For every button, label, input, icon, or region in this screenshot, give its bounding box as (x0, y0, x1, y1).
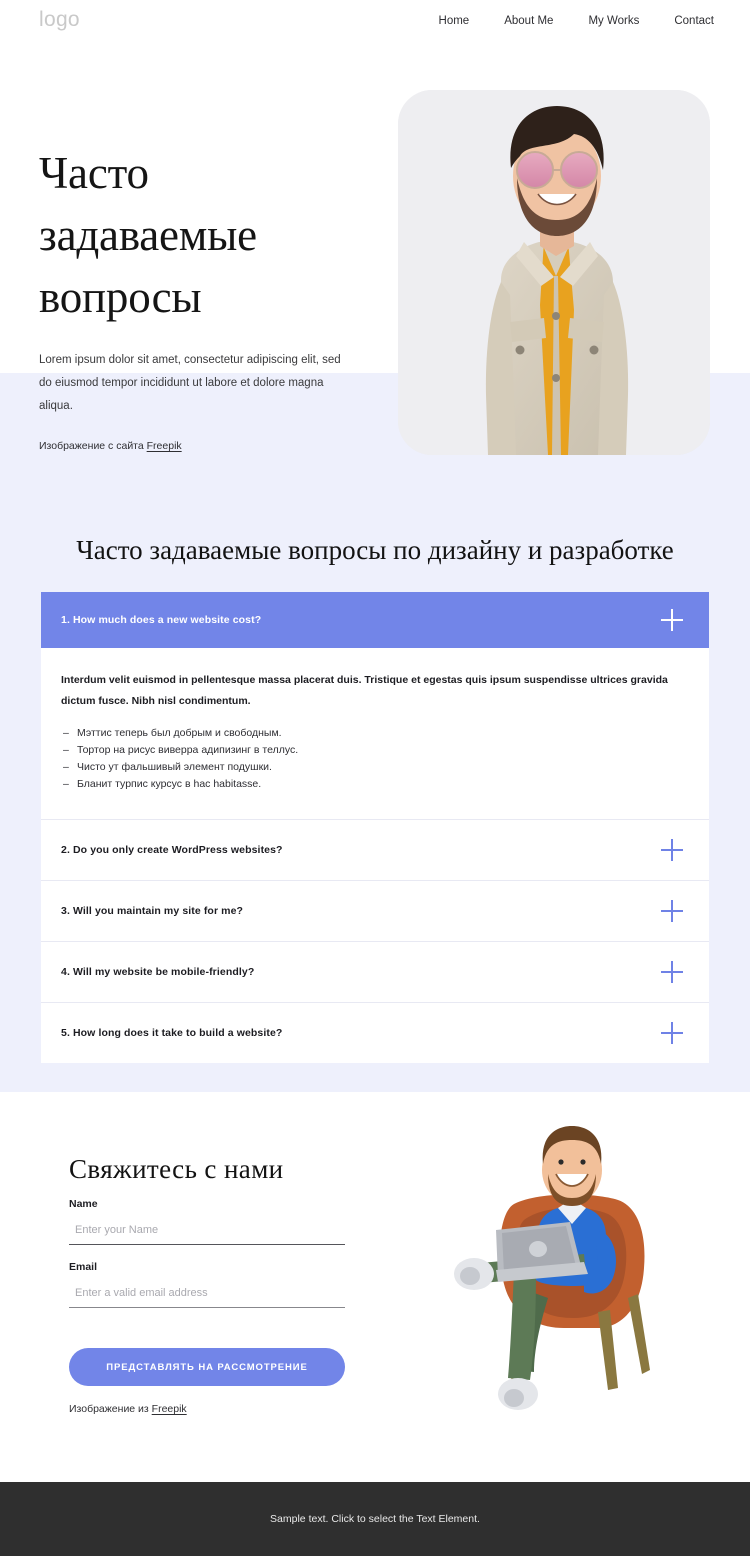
contact-section: Свяжитесь с нами Name Email (0, 1092, 750, 1474)
email-input[interactable] (69, 1282, 345, 1308)
faq-item-2: 2. Do you only create WordPress websites… (41, 819, 709, 881)
faq-answer-bullets-1: Мэттис теперь был добрым и свободным. То… (61, 725, 683, 793)
list-item: Мэттис теперь был добрым и свободным. (61, 725, 683, 742)
nav-link-my-works[interactable]: My Works (588, 15, 639, 28)
faq-answer-1: Interdum velit euismod in pellentesque m… (41, 648, 709, 820)
site-header: logo Home About Me My Works Contact (0, 0, 750, 48)
faq-item-4: 4. Will my website be mobile-friendly? (41, 941, 709, 1003)
faq-item-1: 1. How much does a new website cost? Int… (41, 592, 709, 820)
main-nav: Home About Me My Works Contact (439, 15, 714, 28)
site-footer: Sample text. Click to select the Text El… (0, 1482, 750, 1556)
plus-icon[interactable] (661, 961, 683, 984)
hero-photo-card (398, 90, 710, 455)
contact-image-credit: Изображение из Freepik (69, 1403, 187, 1415)
hero-section: Часто задаваемые вопросы Lorem ipsum dol… (0, 0, 750, 500)
contact-illustration (454, 1126, 650, 1410)
list-item: Тортор на рисус виверра адипизинг в телл… (61, 742, 683, 759)
faq-item-5: 5. How long does it take to build a webs… (41, 1002, 709, 1064)
submit-button[interactable]: ПРЕДСТАВЛЯТЬ НА РАССМОТРЕНИЕ (69, 1348, 345, 1386)
faq-question-label-4: 4. Will my website be mobile-friendly? (61, 966, 255, 979)
faq-question-row-4[interactable]: 4. Will my website be mobile-friendly? (41, 942, 709, 1003)
plus-icon[interactable] (661, 900, 683, 923)
faq-question-row-2[interactable]: 2. Do you only create WordPress websites… (41, 820, 709, 881)
faq-question-row-3[interactable]: 3. Will you maintain my site for me? (41, 881, 709, 942)
hero-credit-link[interactable]: Freepik (147, 440, 182, 452)
plus-icon[interactable] (661, 609, 683, 632)
name-field-label: Name (69, 1198, 98, 1210)
faq-question-label-3: 3. Will you maintain my site for me? (61, 905, 244, 918)
list-item: Чисто ут фальшивый элемент подушки. (61, 759, 683, 776)
faq-item-3: 3. Will you maintain my site for me? (41, 880, 709, 942)
plus-icon[interactable] (661, 1022, 683, 1045)
logo[interactable]: logo (39, 9, 80, 30)
faq-section: Часто задаваемые вопросы по дизайну и ра… (0, 500, 750, 1064)
nav-link-contact[interactable]: Contact (674, 15, 714, 28)
faq-question-label-1: 1. How much does a new website cost? (61, 614, 262, 627)
faq-question-label-2: 2. Do you only create WordPress websites… (61, 844, 283, 857)
hero-image-credit: Изображение с сайта Freepik (39, 440, 369, 452)
faq-question-row-5[interactable]: 5. How long does it take to build a webs… (41, 1003, 709, 1064)
faq-accordion: 1. How much does a new website cost? Int… (41, 592, 709, 1064)
faq-answer-lead-1: Interdum velit euismod in pellentesque m… (61, 674, 668, 707)
hero-copy: Часто задаваемые вопросы Lorem ipsum dol… (39, 142, 369, 452)
faq-heading: Часто задаваемые вопросы по дизайну и ра… (76, 535, 674, 565)
contact-credit-link[interactable]: Freepik (152, 1403, 187, 1415)
name-field-group: Name (69, 1198, 345, 1245)
faq-question-row-1[interactable]: 1. How much does a new website cost? (41, 592, 709, 649)
hero-photo-image (398, 90, 710, 455)
name-input[interactable] (69, 1219, 345, 1245)
nav-link-home[interactable]: Home (439, 15, 470, 28)
contact-credit-prefix: Изображение из (69, 1403, 152, 1415)
footer-sample-text[interactable]: Sample text. Click to select the Text El… (270, 1513, 480, 1525)
contact-title: Свяжитесь с нами (69, 1154, 284, 1184)
plus-icon[interactable] (661, 839, 683, 862)
email-field-group: Email (69, 1261, 345, 1308)
email-field-label: Email (69, 1261, 98, 1273)
hero-subtitle: Lorem ipsum dolor sit amet, consectetur … (39, 354, 341, 413)
hero-credit-prefix: Изображение с сайта (39, 440, 147, 453)
list-item: Бланит турпис курсус в hac habitasse. (61, 776, 683, 793)
nav-link-about-me[interactable]: About Me (504, 15, 553, 28)
faq-question-label-5: 5. How long does it take to build a webs… (61, 1027, 283, 1040)
page-title: Часто задаваемые вопросы (39, 148, 257, 323)
